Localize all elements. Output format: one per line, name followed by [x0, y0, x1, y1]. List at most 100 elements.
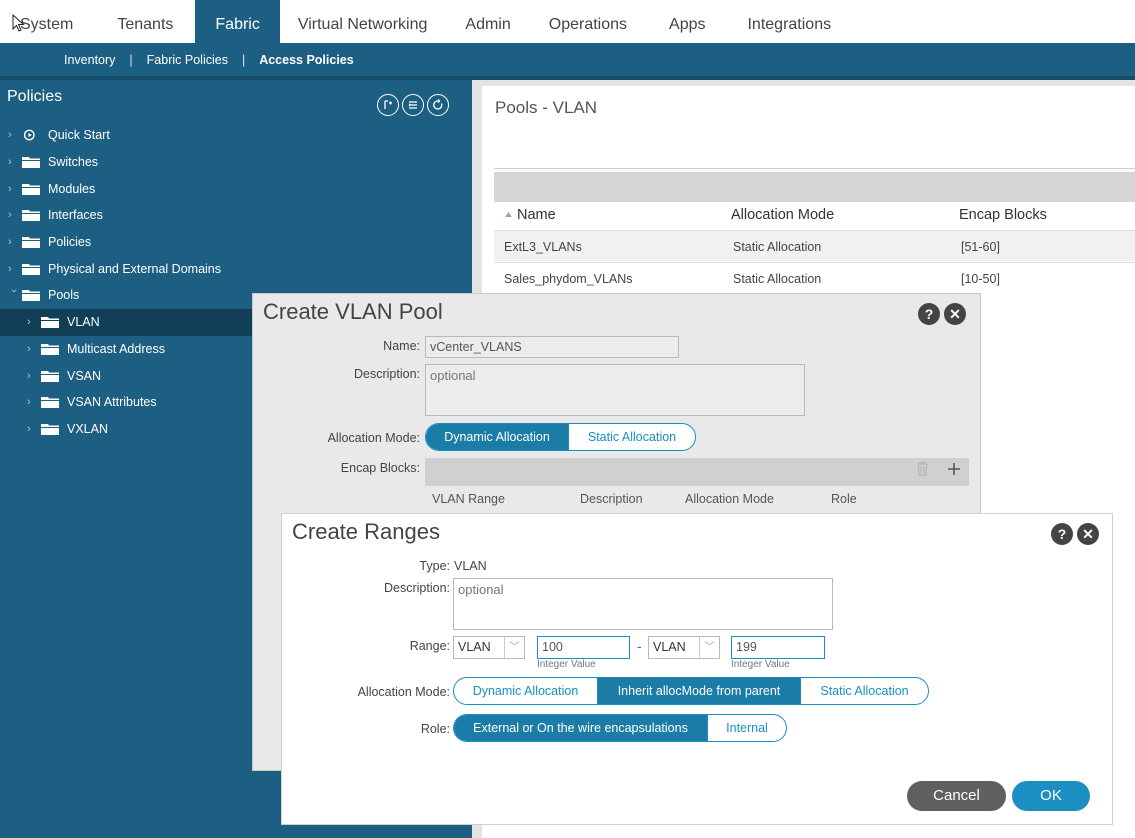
chevron-right-icon[interactable]: › [27, 316, 39, 328]
column-header-allocation-mode[interactable]: Allocation Mode [731, 207, 834, 223]
cancel-button[interactable]: Cancel [907, 781, 1006, 811]
tab-integrations[interactable]: Integrations [725, 0, 853, 43]
description-label: Description: [354, 367, 420, 381]
tree-item-label: Physical and External Domains [48, 261, 221, 276]
column-header-vlan-range[interactable]: VLAN Range [432, 492, 505, 506]
inherit-allocation-option[interactable]: Inherit allocMode from parent [598, 678, 801, 704]
chevron-right-icon[interactable]: › [27, 396, 39, 408]
table-row[interactable]: ExtL3_VLANs Static Allocation [51-60] [494, 230, 1135, 261]
sub-nav: Inventory | Fabric Policies | Access Pol… [0, 43, 1135, 76]
range-from-hint: Integer Value [537, 659, 596, 670]
tab-tenants[interactable]: Tenants [95, 0, 195, 43]
folder-icon [41, 317, 59, 329]
range-from-type-value: VLAN [458, 640, 491, 654]
chevron-down-icon[interactable]: › [8, 289, 20, 301]
chevron-right-icon[interactable]: › [8, 156, 20, 168]
trash-icon[interactable] [916, 461, 929, 476]
cell-mode: Static Allocation [733, 272, 822, 286]
subnav-fabric-policies[interactable]: Fabric Policies [147, 53, 228, 67]
subnav-separator: | [129, 52, 133, 67]
range-to-input[interactable]: 199 [731, 636, 825, 659]
static-allocation-option[interactable]: Static Allocation [569, 424, 695, 450]
name-label: Name: [383, 339, 420, 353]
type-label: Type: [419, 559, 450, 573]
chevron-down-icon[interactable]: ﹀ [504, 637, 524, 658]
tree-item-label: Multicast Address [67, 341, 165, 356]
tab-fabric[interactable]: Fabric [195, 0, 280, 43]
dynamic-allocation-option[interactable]: Dynamic Allocation [454, 678, 598, 704]
tree-item-label: Quick Start [48, 128, 110, 143]
internal-option[interactable]: Internal [708, 715, 786, 741]
folder-icon [22, 157, 40, 169]
tree-item-modules[interactable]: › Modules [0, 175, 466, 202]
table-toolbar [494, 172, 1135, 202]
tree-item-policies[interactable]: › Policies [0, 229, 466, 256]
dialog-title: Create VLAN Pool [263, 299, 443, 324]
description-input[interactable]: optional [425, 364, 805, 416]
range-from-type-select[interactable]: VLAN ﹀ [453, 636, 525, 659]
table-row[interactable]: Sales_phydom_VLANs Static Allocation [10… [494, 262, 1135, 293]
description-label: Description: [384, 581, 450, 595]
sort-asc-icon[interactable] [504, 207, 513, 223]
range-dash: - [637, 638, 642, 654]
name-input[interactable]: vCenter_VLANS [425, 336, 679, 358]
description-input[interactable]: optional [453, 578, 833, 630]
chevron-right-icon[interactable]: › [8, 236, 20, 248]
cell-name: Sales_phydom_VLANs [504, 272, 633, 286]
tree-item-physical-external-domains[interactable]: › Physical and External Domains [0, 255, 466, 282]
cell-mode: Static Allocation [733, 240, 822, 254]
add-icon[interactable] [377, 94, 399, 116]
chevron-right-icon[interactable]: › [8, 183, 20, 195]
range-from-input[interactable]: 100 [537, 636, 630, 659]
add-icon[interactable] [947, 462, 961, 476]
folder-icon [41, 370, 59, 382]
mouse-cursor-icon [12, 14, 25, 32]
help-icon[interactable]: ? [1051, 523, 1073, 545]
ok-button[interactable]: OK [1012, 781, 1090, 811]
chevron-right-icon[interactable]: › [27, 343, 39, 355]
close-icon[interactable]: ✕ [944, 303, 966, 325]
tree-item-label: Switches [48, 155, 99, 170]
tree-item-label: Pools [48, 288, 80, 303]
list-icon[interactable] [402, 94, 424, 116]
role-label: Role: [420, 722, 450, 736]
sidebar-title: Policies [7, 88, 63, 105]
tree-item-interfaces[interactable]: › Interfaces [0, 202, 466, 229]
subnav-separator: | [241, 52, 246, 67]
subnav-access-policies[interactable]: Access Policies [259, 53, 354, 67]
dynamic-allocation-option[interactable]: Dynamic Allocation [426, 424, 569, 450]
chevron-right-icon[interactable]: › [8, 209, 20, 221]
external-encap-option[interactable]: External or On the wire encapsulations [454, 715, 708, 741]
tree-item-label: VSAN Attributes [67, 395, 157, 410]
table-header: Name Allocation Mode Encap Blocks [494, 204, 1135, 230]
column-header-role[interactable]: Role [831, 492, 857, 506]
folder-icon [22, 237, 40, 249]
tree-item-switches[interactable]: › Switches [0, 149, 466, 176]
create-ranges-dialog: Create Ranges ? ✕ Type: VLAN Description… [281, 513, 1113, 825]
static-allocation-option[interactable]: Static Allocation [801, 678, 928, 704]
folder-icon [22, 210, 40, 222]
refresh-icon[interactable] [427, 94, 449, 116]
tree-item-label: VLAN [67, 315, 100, 330]
chevron-right-icon[interactable]: › [27, 370, 39, 382]
column-header-name[interactable]: Name [517, 207, 556, 223]
column-header-encap-blocks[interactable]: Encap Blocks [959, 207, 1047, 223]
chevron-right-icon[interactable]: › [27, 423, 39, 435]
help-icon[interactable]: ? [918, 303, 940, 325]
range-to-type-select[interactable]: VLAN ﹀ [648, 636, 720, 659]
chevron-right-icon[interactable]: › [8, 263, 20, 275]
tree-item-label: VSAN [67, 368, 102, 383]
folder-icon [22, 183, 40, 195]
tab-virtual-networking[interactable]: Virtual Networking [280, 0, 446, 43]
subnav-inventory[interactable]: Inventory [64, 53, 115, 67]
tree-item-quick-start[interactable]: › Quick Start [0, 122, 466, 149]
column-header-allocation-mode[interactable]: Allocation Mode [685, 492, 774, 506]
tab-apps[interactable]: Apps [649, 0, 725, 43]
column-header-description[interactable]: Description [580, 492, 643, 506]
close-icon[interactable]: ✕ [1077, 523, 1099, 545]
tab-admin[interactable]: Admin [445, 0, 526, 43]
chevron-right-icon[interactable]: › [8, 129, 20, 141]
tab-operations[interactable]: Operations [527, 0, 649, 43]
allocation-mode-label: Allocation Mode: [357, 685, 450, 699]
chevron-down-icon[interactable]: ﹀ [699, 637, 719, 658]
